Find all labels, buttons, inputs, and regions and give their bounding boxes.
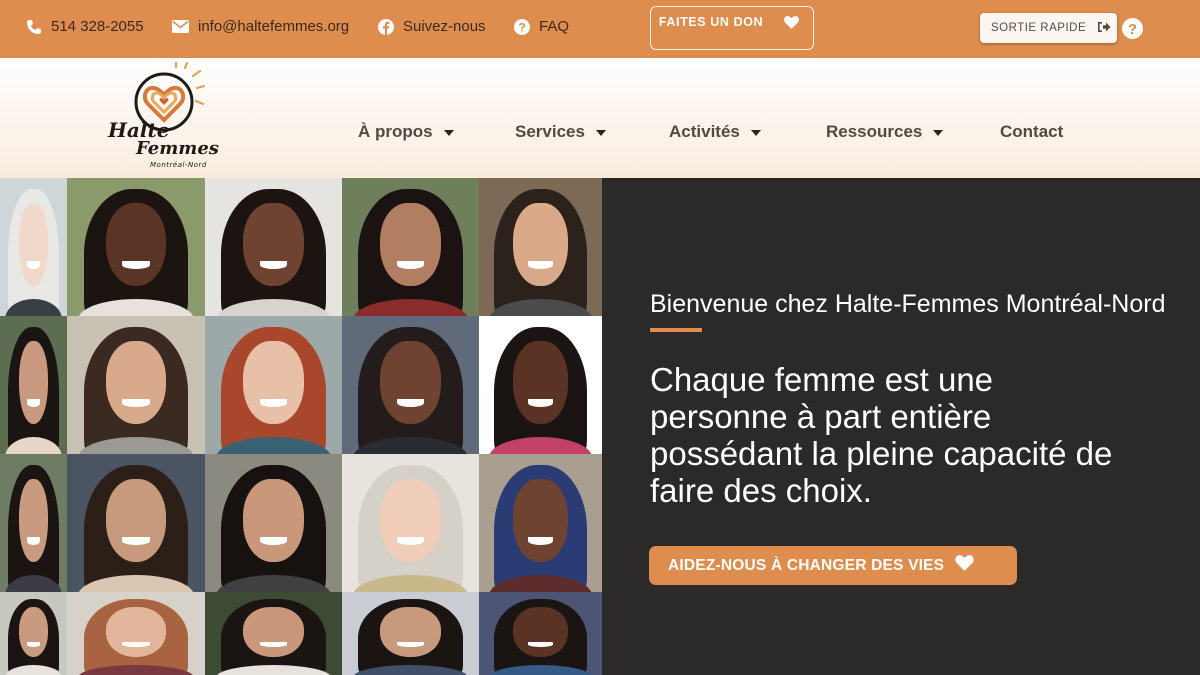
heading-underline	[650, 328, 702, 332]
portrait-photo	[205, 592, 342, 675]
quick-exit-button[interactable]: SORTIE RAPIDE	[980, 13, 1117, 43]
faq-label: FAQ	[539, 18, 570, 35]
facebook-icon	[378, 18, 394, 35]
logo-text-montreal-nord: Montréal-Nord	[150, 161, 207, 169]
nav-label: À propos	[358, 122, 433, 141]
top-bar: 514 328-2055 info@haltefemmes.org Suivez…	[0, 0, 1200, 58]
portrait-photo	[0, 454, 67, 592]
nav-label: Activités	[669, 122, 740, 141]
nav-label: Contact	[1000, 122, 1064, 141]
portrait-photo	[342, 592, 479, 675]
svg-text:?: ?	[1128, 21, 1137, 38]
phone-link[interactable]: 514 328-2055	[26, 18, 144, 35]
portrait-photo	[479, 454, 602, 592]
exit-icon	[1097, 21, 1111, 36]
site-logo[interactable]: Halte Femmes Montréal-Nord	[100, 61, 220, 174]
social-link[interactable]: Suivez-nous	[378, 18, 486, 35]
portrait-photo	[67, 454, 205, 592]
phone-icon	[26, 19, 42, 35]
caret-down-icon	[595, 129, 606, 136]
portrait-photo	[0, 178, 67, 316]
svg-text:?: ?	[518, 20, 525, 34]
portrait-photo	[479, 316, 602, 454]
donate-label: FAITES UN DON	[658, 15, 764, 29]
caret-down-icon	[443, 129, 454, 136]
nav-item-activites[interactable]: Activités	[669, 122, 761, 142]
nav-item-contact[interactable]: Contact	[1000, 122, 1063, 142]
portrait-photo	[0, 316, 67, 454]
nav-label: Ressources	[826, 122, 923, 141]
caret-down-icon	[933, 129, 944, 136]
portrait-photo	[342, 454, 479, 592]
portrait-photo	[205, 454, 342, 592]
hero-quote: Chaque femme est une personne à part ent…	[650, 361, 1113, 509]
nav-item-services[interactable]: Services	[515, 122, 606, 142]
nav-item-a-propos[interactable]: À propos	[358, 122, 454, 142]
faq-link[interactable]: ? FAQ	[514, 18, 569, 35]
portrait-photo	[67, 592, 205, 675]
portrait-photo	[67, 178, 205, 316]
donate-button[interactable]: FAITES UN DON	[650, 6, 814, 50]
portrait-photo	[342, 316, 479, 454]
email-link[interactable]: info@haltefemmes.org	[172, 18, 349, 35]
portrait-photo	[342, 178, 479, 316]
email-address: info@haltefemmes.org	[198, 18, 350, 35]
quick-exit-label: SORTIE RAPIDE	[991, 22, 1087, 34]
nav-item-ressources[interactable]: Ressources	[826, 122, 944, 142]
logo-text-femmes: Femmes	[136, 138, 219, 159]
cta-label: AIDEZ-NOUS À CHANGER DES VIES	[668, 556, 945, 574]
social-label: Suivez-nous	[403, 18, 486, 35]
portrait-grid	[0, 178, 602, 675]
caret-down-icon	[750, 129, 761, 136]
phone-number: 514 328-2055	[51, 18, 144, 35]
portrait-photo	[205, 316, 342, 454]
portrait-photo	[479, 178, 602, 316]
portrait-photo	[0, 592, 67, 675]
help-icon[interactable]: ?	[1122, 18, 1143, 44]
mail-icon	[172, 20, 189, 33]
welcome-heading: Bienvenue chez Halte-Femmes Montréal-Nor…	[650, 290, 1166, 318]
heart-icon	[955, 555, 974, 576]
cta-button[interactable]: AIDEZ-NOUS À CHANGER DES VIES	[649, 546, 1017, 585]
portrait-photo	[479, 592, 602, 675]
portrait-photo	[67, 316, 205, 454]
portrait-photo	[205, 178, 342, 316]
nav-label: Services	[515, 122, 585, 141]
question-icon: ?	[514, 18, 530, 35]
